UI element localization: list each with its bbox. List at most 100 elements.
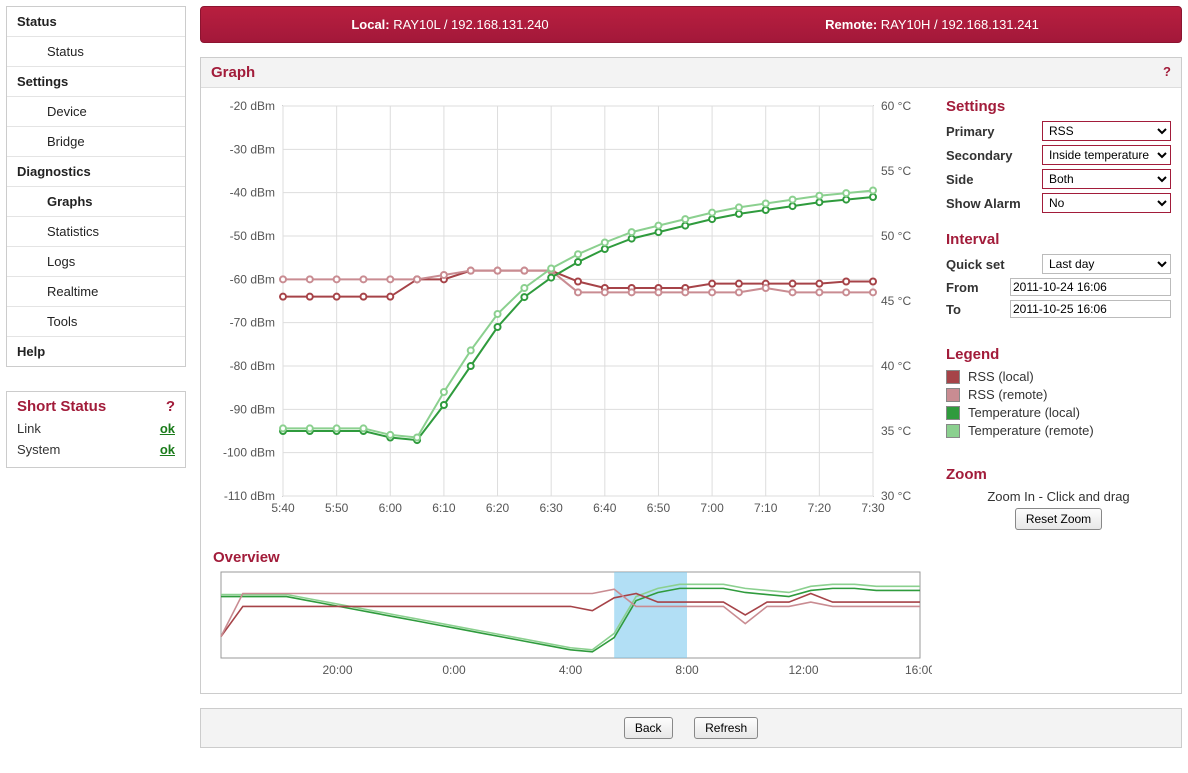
- side-label: Side: [946, 172, 1038, 187]
- svg-text:5:50: 5:50: [325, 501, 349, 515]
- short-status-title: Short Status: [17, 398, 106, 415]
- alarm-label: Show Alarm: [946, 196, 1038, 211]
- main-nav: Status Status Settings Device Bridge Dia…: [6, 6, 186, 367]
- svg-text:-70 dBm: -70 dBm: [230, 316, 275, 330]
- svg-text:-90 dBm: -90 dBm: [230, 402, 275, 416]
- from-input[interactable]: [1010, 278, 1171, 296]
- main-chart[interactable]: -20 dBm -30 dBm -40 dBm -50 dBm -60 dBm -70 d…: [209, 96, 932, 526]
- nav-status-sub[interactable]: Status: [7, 37, 185, 67]
- legend-label: Temperature (remote): [968, 423, 1094, 438]
- svg-text:7:10: 7:10: [754, 501, 778, 515]
- nav-status[interactable]: Status: [7, 7, 185, 37]
- to-input[interactable]: [1010, 300, 1171, 318]
- svg-text:6:00: 6:00: [379, 501, 403, 515]
- legend-label: RSS (local): [968, 369, 1034, 384]
- quickset-select[interactable]: Last day: [1042, 254, 1171, 274]
- short-status-val[interactable]: ok: [160, 442, 175, 457]
- legend-item: RSS (remote): [946, 387, 1171, 402]
- zoom-hint: Zoom In - Click and drag: [946, 489, 1171, 504]
- svg-text:6:40: 6:40: [593, 501, 617, 515]
- alarm-select[interactable]: No: [1042, 193, 1171, 213]
- interval-heading: Interval: [946, 231, 1171, 248]
- svg-text:16:00: 16:00: [905, 663, 932, 677]
- svg-text:8:00: 8:00: [675, 663, 699, 677]
- short-status-key: Link: [17, 421, 41, 436]
- settings-heading: Settings: [946, 98, 1171, 115]
- svg-text:30 °C: 30 °C: [881, 489, 911, 503]
- svg-text:6:30: 6:30: [540, 501, 564, 515]
- legend-label: Temperature (local): [968, 405, 1080, 420]
- secondary-select[interactable]: Inside temperature: [1042, 145, 1171, 165]
- legend-heading: Legend: [946, 346, 1171, 363]
- svg-text:7:30: 7:30: [861, 501, 885, 515]
- nav-tools[interactable]: Tools: [7, 307, 185, 337]
- svg-text:20:00: 20:00: [322, 663, 352, 677]
- secondary-label: Secondary: [946, 148, 1038, 163]
- nav-statistics[interactable]: Statistics: [7, 217, 185, 247]
- topbar-local[interactable]: Local: RAY10L / 192.168.131.240: [209, 17, 691, 32]
- svg-text:7:00: 7:00: [700, 501, 724, 515]
- reset-zoom-button[interactable]: Reset Zoom: [1015, 508, 1102, 530]
- short-status-row: Link ok: [7, 419, 185, 440]
- svg-text:-40 dBm: -40 dBm: [230, 186, 275, 200]
- nav-bridge[interactable]: Bridge: [7, 127, 185, 157]
- topbar: Local: RAY10L / 192.168.131.240 Remote: …: [200, 6, 1182, 43]
- overview-title: Overview: [213, 549, 932, 566]
- short-status-panel: Short Status ? Link okSystem ok: [6, 391, 186, 468]
- legend-item: Temperature (remote): [946, 423, 1171, 438]
- svg-text:5:40: 5:40: [271, 501, 295, 515]
- svg-text:-30 dBm: -30 dBm: [230, 142, 275, 156]
- zoom-heading: Zoom: [946, 466, 1171, 483]
- svg-text:-110 dBm: -110 dBm: [224, 489, 275, 503]
- svg-text:45 °C: 45 °C: [881, 294, 911, 308]
- svg-text:35 °C: 35 °C: [881, 424, 911, 438]
- svg-text:6:10: 6:10: [432, 501, 456, 515]
- svg-text:12:00: 12:00: [788, 663, 818, 677]
- topbar-remote[interactable]: Remote: RAY10H / 192.168.131.241: [691, 17, 1173, 32]
- svg-text:7:20: 7:20: [808, 501, 832, 515]
- legend-item: RSS (local): [946, 369, 1171, 384]
- svg-text:-50 dBm: -50 dBm: [230, 229, 275, 243]
- graph-card: Graph ? -20 dBm -30 dBm -40 dBm -50 dBm -60 …: [200, 57, 1182, 694]
- nav-realtime[interactable]: Realtime: [7, 277, 185, 307]
- svg-text:-100 dBm: -100 dBm: [223, 446, 275, 460]
- svg-text:55 °C: 55 °C: [881, 164, 911, 178]
- legend-swatch: [946, 424, 960, 438]
- svg-text:-60 dBm: -60 dBm: [230, 272, 275, 286]
- svg-text:0:00: 0:00: [442, 663, 466, 677]
- legend-swatch: [946, 388, 960, 402]
- short-status-key: System: [17, 442, 60, 457]
- nav-device[interactable]: Device: [7, 97, 185, 127]
- svg-text:6:50: 6:50: [647, 501, 671, 515]
- side-select[interactable]: Both: [1042, 169, 1171, 189]
- primary-select[interactable]: RSS: [1042, 121, 1171, 141]
- graph-help-icon[interactable]: ?: [1163, 64, 1171, 81]
- legend-swatch: [946, 370, 960, 384]
- nav-graphs[interactable]: Graphs: [7, 187, 185, 217]
- svg-text:40 °C: 40 °C: [881, 359, 911, 373]
- nav-settings[interactable]: Settings: [7, 67, 185, 97]
- short-status-row: System ok: [7, 440, 185, 461]
- overview-chart[interactable]: 20:000:004:008:0012:0016:00: [209, 568, 932, 678]
- nav-logs[interactable]: Logs: [7, 247, 185, 277]
- nav-diagnostics[interactable]: Diagnostics: [7, 157, 185, 187]
- to-label: To: [946, 302, 1006, 317]
- graph-card-title: Graph: [211, 64, 255, 81]
- primary-label: Primary: [946, 124, 1038, 139]
- legend-item: Temperature (local): [946, 405, 1171, 420]
- quickset-label: Quick set: [946, 257, 1038, 272]
- legend-swatch: [946, 406, 960, 420]
- svg-text:-20 dBm: -20 dBm: [230, 99, 275, 113]
- svg-text:-80 dBm: -80 dBm: [230, 359, 275, 373]
- short-status-val[interactable]: ok: [160, 421, 175, 436]
- svg-text:60 °C: 60 °C: [881, 99, 911, 113]
- legend-label: RSS (remote): [968, 387, 1047, 402]
- footer: Back Refresh: [200, 708, 1182, 748]
- short-status-help-icon[interactable]: ?: [166, 398, 175, 415]
- svg-text:6:20: 6:20: [486, 501, 510, 515]
- refresh-button[interactable]: Refresh: [694, 717, 758, 739]
- svg-text:50 °C: 50 °C: [881, 229, 911, 243]
- back-button[interactable]: Back: [624, 717, 673, 739]
- nav-help[interactable]: Help: [7, 337, 185, 366]
- from-label: From: [946, 280, 1006, 295]
